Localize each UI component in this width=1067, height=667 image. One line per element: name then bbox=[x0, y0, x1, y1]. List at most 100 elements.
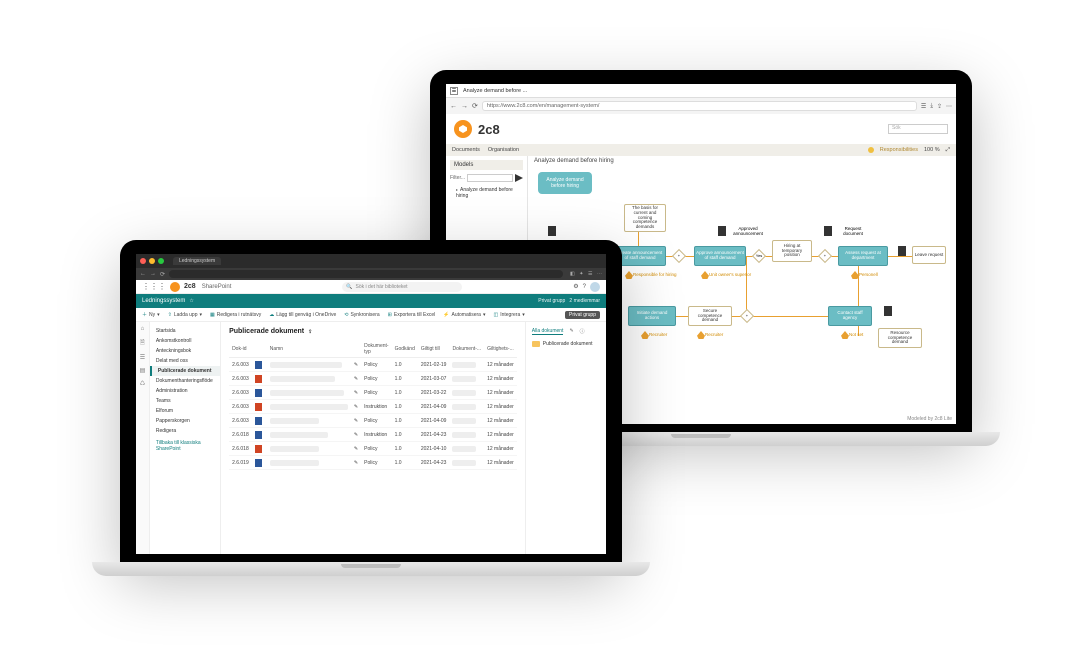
cmd-onedrive[interactable]: ☁Lägg till genväg i OneDrive bbox=[269, 312, 336, 318]
refresh-icon[interactable]: ⟳ bbox=[472, 102, 478, 110]
nav-item[interactable]: Dokumenthanteringsflöde bbox=[150, 376, 220, 386]
help-icon[interactable]: ? bbox=[583, 284, 586, 290]
folder-item[interactable]: Publicerade dokument bbox=[532, 341, 600, 347]
breadcrumb[interactable]: Analyze demand before hiring bbox=[534, 158, 614, 164]
nav-item[interactable]: Anteckningsbok bbox=[150, 346, 220, 356]
tab-responsibilities[interactable]: Responsibilities bbox=[880, 147, 918, 153]
node-temp-hiring[interactable]: Hiring at temporary position bbox=[772, 240, 812, 262]
doc-leave-icon[interactable] bbox=[898, 246, 906, 256]
filter-run-icon[interactable] bbox=[515, 174, 523, 182]
node-leave[interactable]: Leave request bbox=[912, 246, 946, 264]
more-icon[interactable]: ⋯ bbox=[597, 271, 602, 277]
cmd-integrate[interactable]: ◫Integrera ▾ bbox=[493, 312, 524, 318]
members[interactable]: 2 medlemmar bbox=[569, 298, 600, 304]
col-header[interactable]: Godkänd bbox=[392, 341, 418, 358]
more-icon[interactable]: ⋯ bbox=[946, 103, 952, 110]
col-header[interactable]: Dokument-typ bbox=[361, 341, 391, 358]
doc-resource-icon[interactable] bbox=[884, 306, 892, 316]
ext-icon[interactable]: ✦ bbox=[579, 271, 583, 277]
ext-icon[interactable]: ◧ bbox=[570, 271, 575, 277]
table-row[interactable]: 2.6.003 ✎Policy1.02021-02-19 12 månader bbox=[229, 358, 517, 372]
nav-item[interactable]: Papperskorgen bbox=[150, 416, 220, 426]
node-initiate[interactable]: Initiate demand actions bbox=[628, 306, 676, 326]
table-row[interactable]: 2.6.003 ✎Policy1.02021-04-09 12 månader bbox=[229, 414, 517, 428]
doc-request-icon[interactable] bbox=[824, 226, 832, 236]
download-icon[interactable]: ⤓ bbox=[930, 103, 933, 110]
col-header[interactable]: Namn bbox=[267, 341, 351, 358]
table-row[interactable]: 2.6.003 ✎Policy1.02021-03-22 12 månader bbox=[229, 386, 517, 400]
back-icon[interactable]: ← bbox=[450, 103, 457, 110]
window-close-icon[interactable] bbox=[140, 258, 146, 264]
nav-classic-link[interactable]: Tillbaka till klassiska SharePoint bbox=[150, 436, 220, 456]
url-field[interactable] bbox=[169, 270, 563, 278]
rail-pages-icon[interactable]: ▤ bbox=[140, 367, 146, 374]
ext-icon[interactable]: ☰ bbox=[588, 271, 592, 277]
models-header[interactable]: Models bbox=[450, 160, 523, 170]
col-header[interactable]: Dokument-... bbox=[449, 341, 484, 358]
avatar[interactable] bbox=[590, 282, 600, 292]
doc-icon[interactable] bbox=[548, 226, 556, 236]
start-node[interactable]: Analyze demand before hiring bbox=[538, 172, 592, 194]
share-icon[interactable]: ⇪ bbox=[937, 103, 942, 110]
nav-item[interactable]: Teams bbox=[150, 396, 220, 406]
view-all-docs[interactable]: Alla dokument bbox=[532, 328, 564, 335]
table-row[interactable]: 2.6.019 ✎Policy1.02021-04-23 12 månader bbox=[229, 456, 517, 470]
rail-list-icon[interactable]: ☰ bbox=[140, 354, 145, 361]
window-menu-icon[interactable]: ☰ bbox=[450, 87, 458, 95]
cmd-new[interactable]: ＋Ny ▾ bbox=[142, 311, 160, 318]
follow-icon[interactable]: ☆ bbox=[189, 298, 193, 304]
search-input[interactable]: Sök bbox=[888, 124, 948, 134]
table-row[interactable]: 2.6.018 ✎Instruktion1.02021-04-23 12 mån… bbox=[229, 428, 517, 442]
read-icon[interactable]: ☰ bbox=[921, 103, 926, 110]
nav-item[interactable]: Administration bbox=[150, 386, 220, 396]
gateway-1[interactable]: + bbox=[672, 249, 686, 263]
node-contact-agency[interactable]: Contact staff agency bbox=[828, 306, 872, 326]
window-min-icon[interactable] bbox=[149, 258, 155, 264]
browser-tab[interactable]: Ledningssystem bbox=[173, 257, 221, 265]
share-icon[interactable]: ⇪ bbox=[308, 329, 312, 335]
rail-docs-icon[interactable]: 🗎 bbox=[140, 338, 145, 348]
col-header[interactable]: Dok-id bbox=[229, 341, 252, 358]
forward-icon[interactable]: → bbox=[150, 271, 156, 277]
settings-icon[interactable]: ⚙ bbox=[573, 283, 578, 290]
nav-item[interactable]: Elforum bbox=[150, 406, 220, 416]
gateway-2[interactable]: Yes bbox=[752, 249, 766, 263]
forward-icon[interactable]: → bbox=[461, 103, 468, 110]
node-secure[interactable]: Secure competence demand bbox=[688, 306, 732, 326]
node-resource[interactable]: Resource competence demand bbox=[878, 328, 922, 348]
col-header[interactable]: Giltigt till bbox=[418, 341, 450, 358]
view-info-icon[interactable]: ⓘ bbox=[580, 328, 585, 335]
refresh-icon[interactable]: ⟳ bbox=[160, 271, 165, 278]
gateway-4[interactable]: + bbox=[740, 309, 754, 323]
view-edit-icon[interactable]: ✎ bbox=[569, 328, 573, 335]
app-launcher-icon[interactable]: ⋮⋮⋮ bbox=[142, 282, 166, 291]
back-icon[interactable]: ← bbox=[140, 271, 146, 277]
table-row[interactable]: 2.6.018 ✎Policy1.02021-04-10 12 månader bbox=[229, 442, 517, 456]
node-approve[interactable]: Approve announcement of staff demand bbox=[694, 246, 746, 266]
cmd-upload[interactable]: ⇧Ladda upp ▾ bbox=[168, 312, 202, 318]
nav-item[interactable]: Redigera bbox=[150, 426, 220, 436]
cmd-automate[interactable]: ⚡Automatisera ▾ bbox=[443, 312, 485, 318]
rail-home-icon[interactable]: ⌂ bbox=[141, 326, 145, 332]
table-row[interactable]: 2.6.003 ✎Policy1.02021-03-07 12 månader bbox=[229, 372, 517, 386]
table-row[interactable]: 2.6.003 ✎Instruktion1.02021-04-09 12 mån… bbox=[229, 400, 517, 414]
zoom-level[interactable]: 100 % bbox=[924, 147, 940, 153]
filter-input[interactable] bbox=[467, 174, 513, 182]
tree-item[interactable]: Analyze demand before hiring bbox=[450, 186, 523, 200]
cmd-grid[interactable]: ▦Redigera i rutnätsvy bbox=[210, 312, 261, 318]
cmd-export[interactable]: ⊞Exportera till Excel bbox=[388, 312, 436, 318]
tab-organisation[interactable]: Organisation bbox=[488, 147, 519, 153]
nav-item[interactable]: Ankomstkontroll bbox=[150, 336, 220, 346]
search-input[interactable]: 🔍 Sök i det här biblioteket bbox=[342, 282, 462, 292]
rail-recycle-icon[interactable]: ♺ bbox=[140, 380, 145, 387]
col-header[interactable] bbox=[351, 341, 361, 358]
cmd-sync[interactable]: ⟲Synkronisera bbox=[344, 312, 379, 318]
nav-item[interactable]: Startsida bbox=[150, 326, 220, 336]
node-pre-basis[interactable]: The basis for current and coming compete… bbox=[624, 204, 666, 232]
expand-icon[interactable]: ⤢ bbox=[946, 147, 950, 154]
window-max-icon[interactable] bbox=[158, 258, 164, 264]
nav-item[interactable]: Delat med oss bbox=[150, 356, 220, 366]
tab-documents[interactable]: Documents bbox=[452, 147, 480, 153]
col-header[interactable]: Giltighets-... bbox=[484, 341, 517, 358]
col-header[interactable] bbox=[252, 341, 267, 358]
